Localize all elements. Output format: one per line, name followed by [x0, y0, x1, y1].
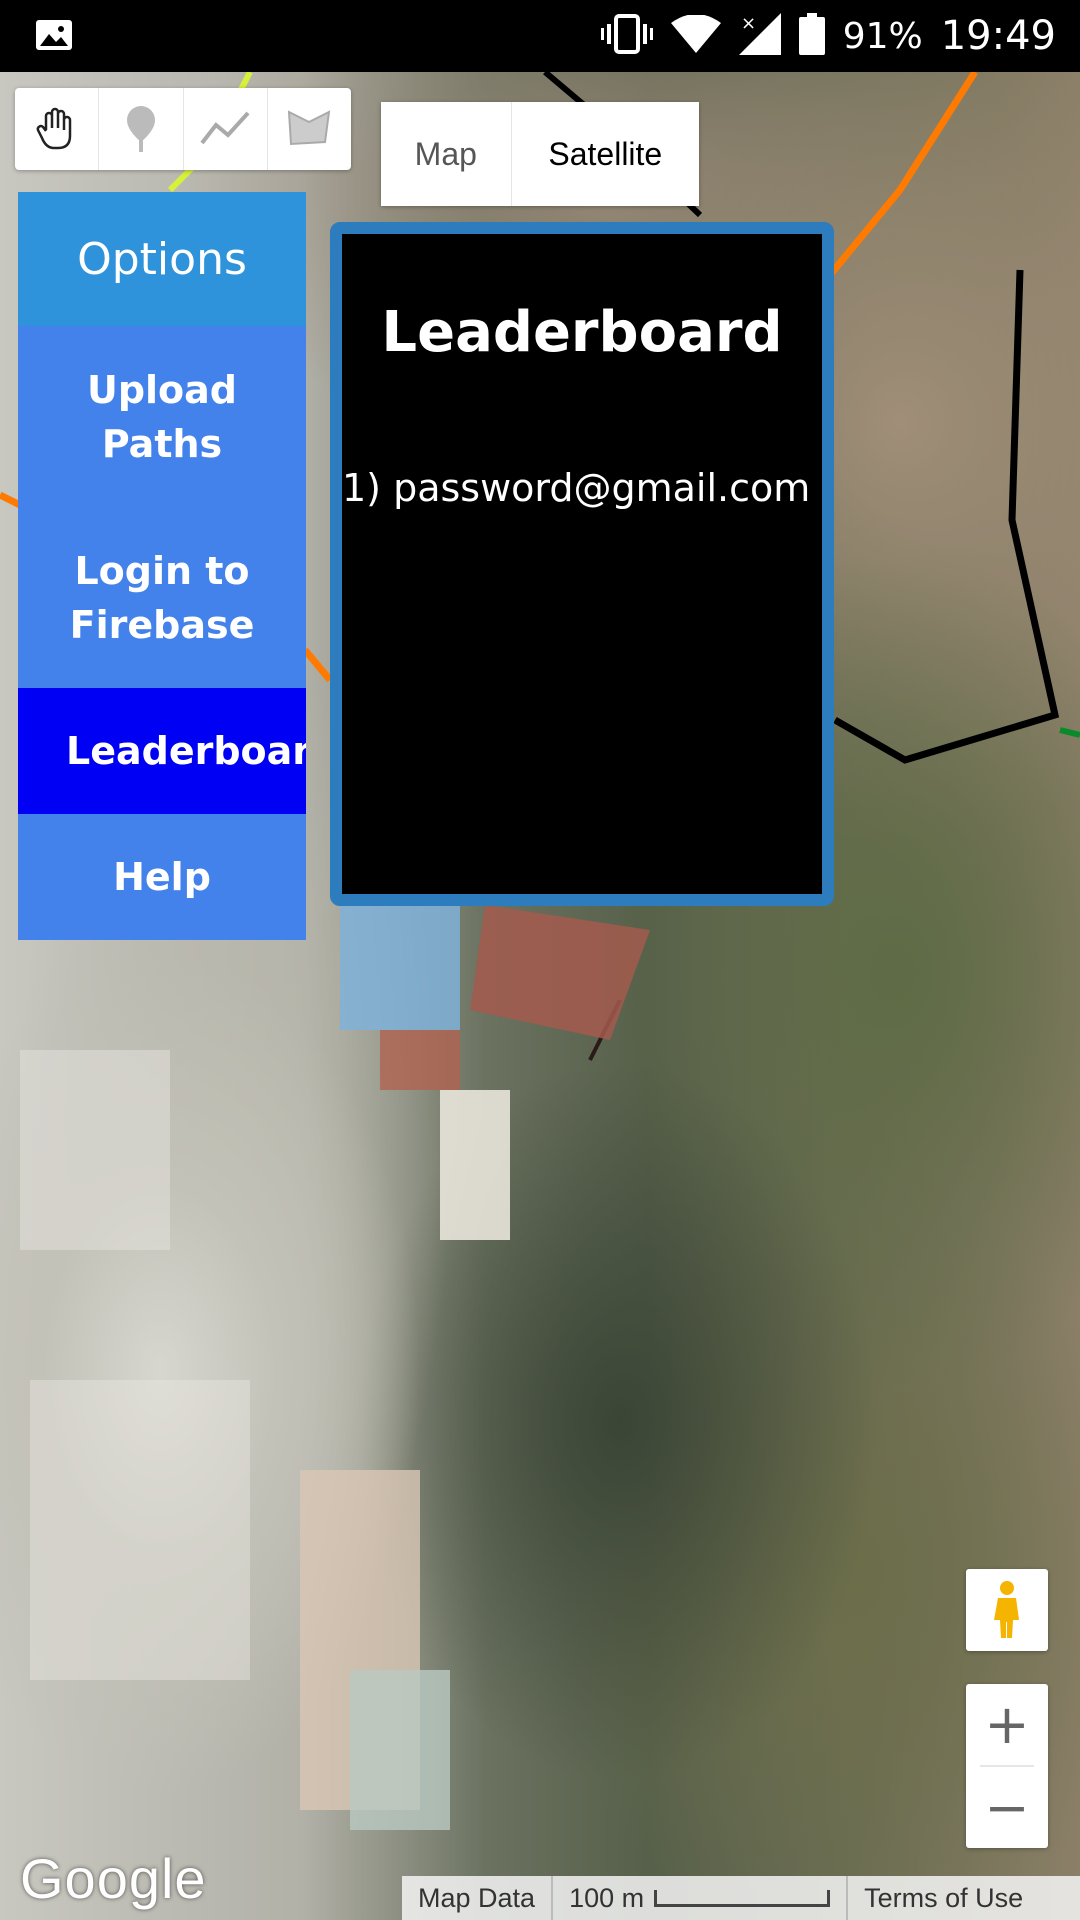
- login-firebase-label: Login to Firebase: [69, 548, 255, 647]
- scale-label: 100 m: [569, 1882, 645, 1913]
- wifi-icon: [670, 14, 721, 57]
- pegman-icon[interactable]: [966, 1569, 1048, 1651]
- battery-percent: 91%: [842, 15, 923, 57]
- options-header: Options: [18, 192, 306, 326]
- login-firebase-button[interactable]: Login to Firebase: [18, 507, 306, 688]
- help-button[interactable]: Help: [18, 814, 306, 940]
- leaderboard-label: Leaderboard: [66, 729, 306, 773]
- leaderboard-entry: 1) password@gmail.com: [342, 466, 811, 510]
- battery-icon: [798, 13, 825, 59]
- polygon-icon[interactable]: [268, 88, 351, 170]
- map-footer: Map Data 100 m Terms of Use: [402, 1876, 1080, 1920]
- clock: 19:49: [940, 13, 1056, 59]
- drawing-toolbar: [15, 88, 351, 170]
- map-data-link[interactable]: Map Data: [402, 1876, 554, 1920]
- terms-of-use-link[interactable]: Terms of Use: [848, 1876, 1039, 1920]
- leaderboard-title: Leaderboard: [381, 300, 783, 365]
- hand-icon[interactable]: [15, 88, 100, 170]
- zoom-controls: + −: [966, 1684, 1048, 1848]
- gallery-icon: [36, 20, 72, 54]
- polyline-icon[interactable]: [184, 88, 268, 170]
- leaderboard-content: Leaderboard 1) password@gmail.com: [342, 234, 822, 894]
- status-bar: × 91% 19:49: [0, 0, 1080, 72]
- leaderboard-panel: Leaderboard 1) password@gmail.com: [330, 222, 834, 906]
- leaderboard-button[interactable]: Leaderboard: [18, 688, 306, 814]
- zoom-in-button[interactable]: +: [966, 1684, 1048, 1765]
- scale-bar: [654, 1889, 831, 1907]
- upload-paths-label: Upload Paths: [86, 367, 238, 466]
- google-logo: Google: [20, 1847, 207, 1910]
- options-menu: Options Upload Paths Login to Firebase L…: [18, 192, 306, 940]
- marker-icon[interactable]: [99, 88, 184, 170]
- vibrate-icon: [600, 14, 653, 58]
- scale-control[interactable]: 100 m: [553, 1876, 849, 1920]
- cell-signal-icon: ×: [738, 13, 781, 59]
- help-label: Help: [113, 855, 211, 899]
- zoom-out-button[interactable]: −: [966, 1767, 1048, 1848]
- upload-paths-button[interactable]: Upload Paths: [18, 326, 306, 507]
- map-type-map-button[interactable]: Map: [381, 102, 512, 206]
- map-type-satellite-button[interactable]: Satellite: [512, 102, 699, 206]
- map-type-control: Map Satellite: [381, 102, 699, 206]
- svg-text:×: ×: [741, 13, 756, 34]
